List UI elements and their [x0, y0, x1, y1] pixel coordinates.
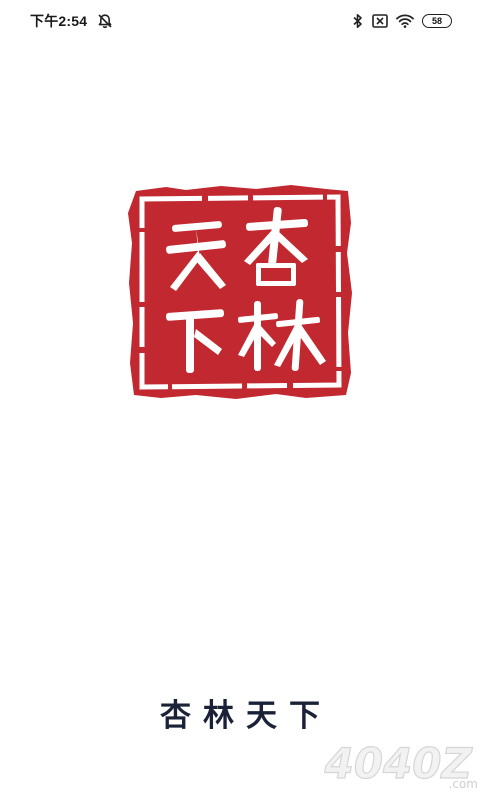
splash-screen: 下午2:54 58 杏林天下 4040Z .com	[0, 0, 480, 800]
battery-icon: 58	[422, 14, 452, 28]
watermark-text: 4040Z	[324, 739, 474, 788]
status-left: 下午2:54	[30, 11, 113, 31]
app-title: 杏林天下	[160, 698, 332, 734]
status-time: 下午2:54	[30, 13, 88, 29]
status-right: 58	[352, 13, 452, 29]
watermark-logo: 4040Z .com	[323, 738, 478, 791]
alarm-off-icon	[97, 13, 113, 29]
watermark-suffix: .com	[449, 777, 478, 791]
bluetooth-icon	[352, 13, 364, 29]
seal-logo	[128, 185, 352, 399]
status-bar: 下午2:54 58	[0, 0, 480, 42]
wifi-icon	[396, 14, 414, 28]
sim-disabled-icon	[372, 14, 388, 28]
battery-level: 58	[431, 15, 442, 26]
